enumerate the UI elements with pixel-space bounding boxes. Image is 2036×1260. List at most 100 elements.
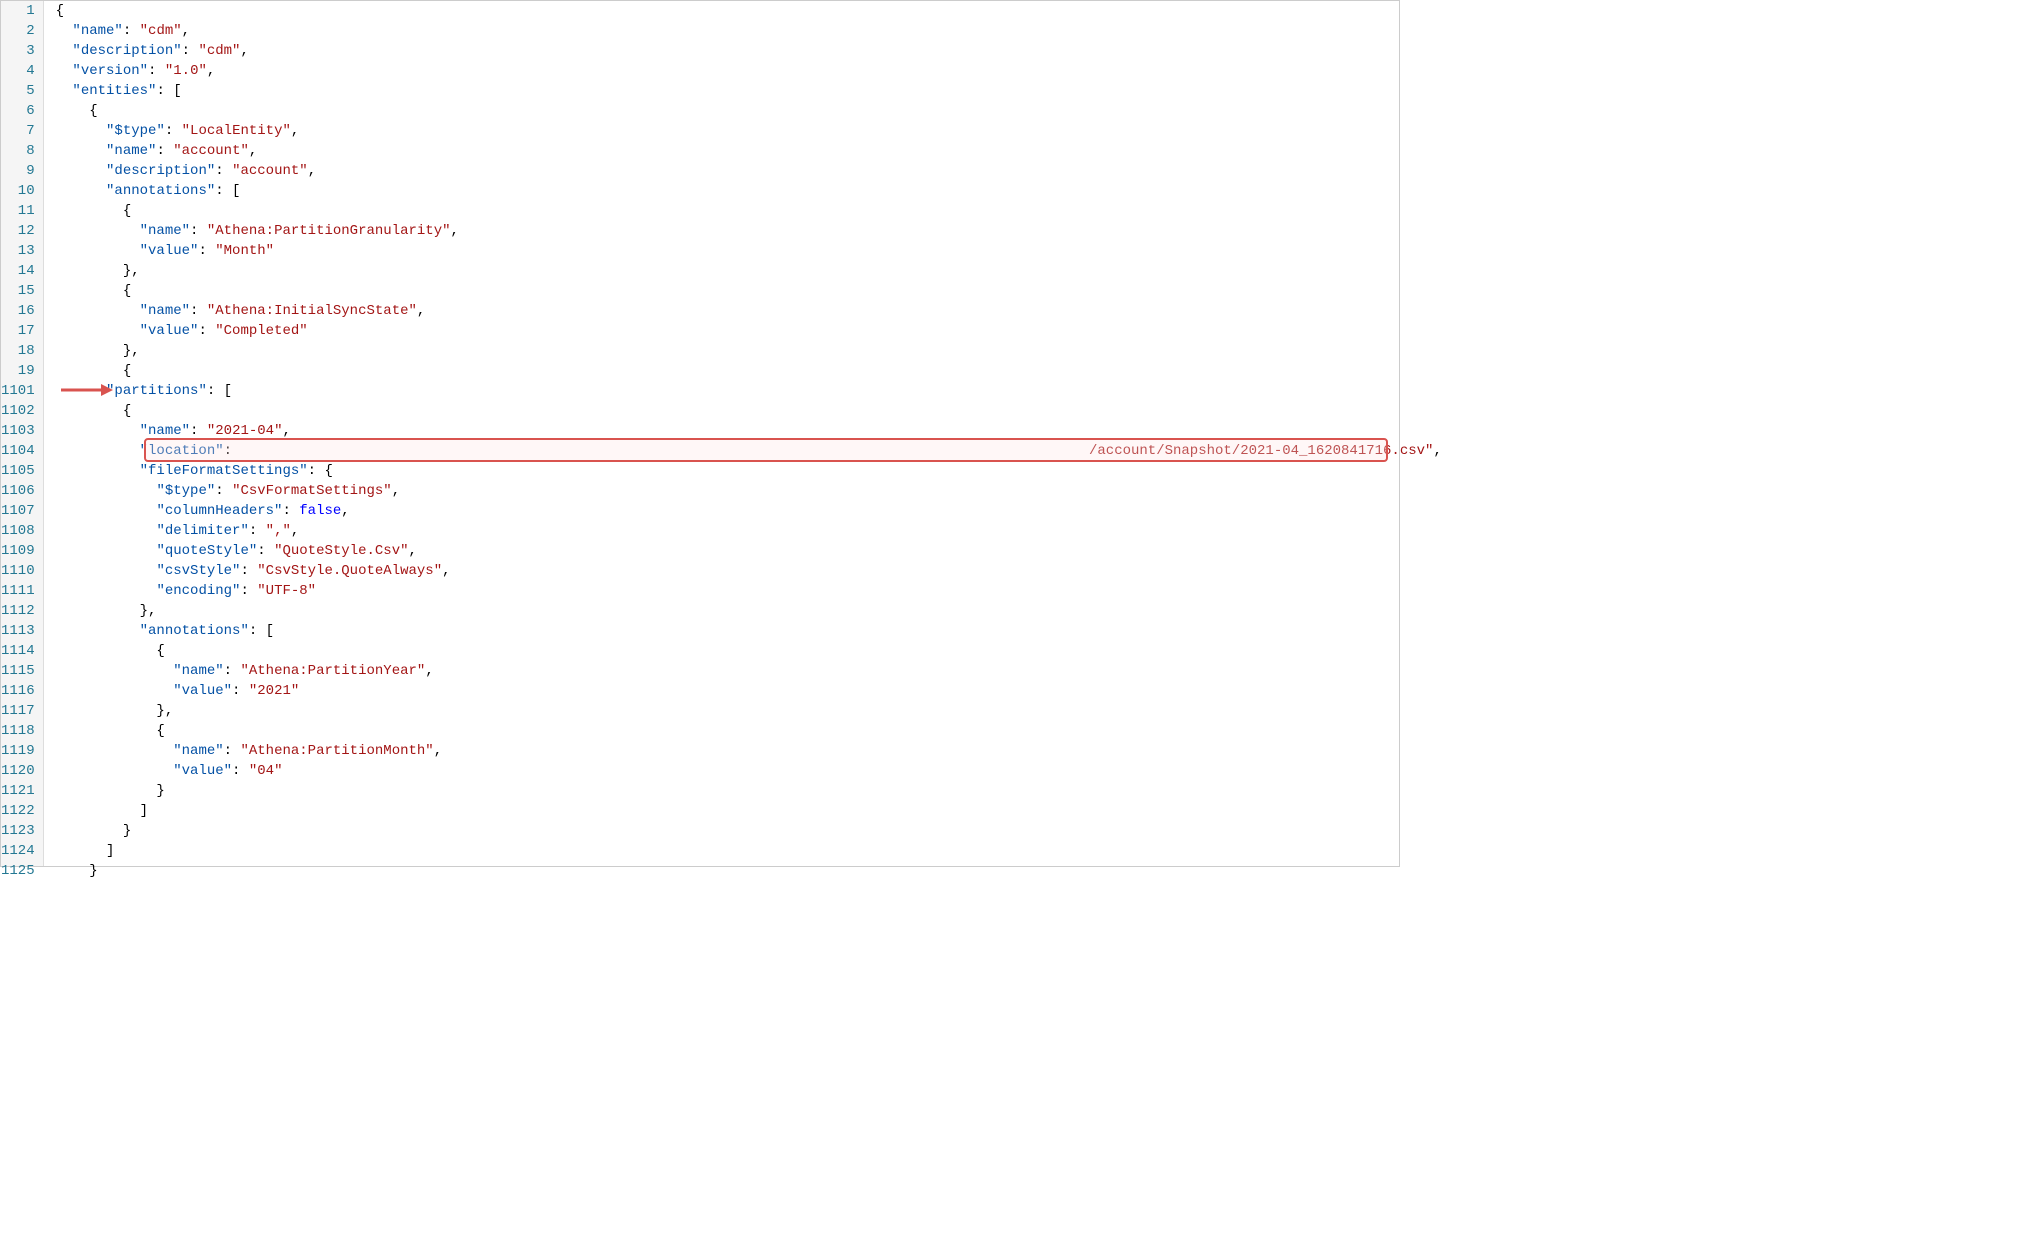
json-punct: : [123,23,140,39]
code-line[interactable]: "name": "Athena:PartitionYear", [56,661,1442,681]
json-punct [56,583,157,599]
json-key: "description" [72,43,181,59]
code-line[interactable]: { [56,1,1442,21]
json-string: /account/Snapshot/2021-04_1620841716.csv… [1089,443,1433,459]
json-punct: } [56,783,165,799]
code-line[interactable]: } [56,821,1442,841]
code-line[interactable]: "name": "Athena:PartitionGranularity", [56,221,1442,241]
code-line[interactable]: "annotations": [ [56,621,1442,641]
json-key: "name" [173,663,223,679]
code-line[interactable]: "csvStyle": "CsvStyle.QuoteAlways", [56,561,1442,581]
code-line[interactable]: "name": "2021-04", [56,421,1442,441]
code-line[interactable]: "name": "cdm", [56,21,1442,41]
code-line[interactable]: "value": "2021" [56,681,1442,701]
code-line[interactable]: "annotations": [ [56,181,1442,201]
json-punct: }, [56,263,140,279]
json-punct [56,623,140,639]
code-line[interactable]: "description": "cdm", [56,41,1442,61]
line-number: 1125 [1,861,35,881]
json-string: "account" [173,143,249,159]
line-number-gutter: 1234567891011121314151617181911011102110… [1,1,44,866]
json-punct: : [232,683,249,699]
line-number: 1115 [1,661,35,681]
code-line[interactable]: } [56,861,1442,881]
line-number: 8 [1,141,35,161]
line-number: 16 [1,301,35,321]
json-punct: { [56,283,132,299]
json-key: "annotations" [140,623,249,639]
code-line[interactable]: }, [56,701,1442,721]
json-punct: : [215,483,232,499]
json-string: "LocalEntity" [182,123,291,139]
code-line[interactable]: "$type": "CsvFormatSettings", [56,481,1442,501]
json-punct: }, [56,603,157,619]
line-number: 1106 [1,481,35,501]
code-line[interactable]: { [56,201,1442,221]
code-line[interactable]: "value": "Month" [56,241,1442,261]
json-string: "Athena:PartitionYear" [240,663,425,679]
code-line[interactable]: "value": "04" [56,761,1442,781]
json-key: "columnHeaders" [156,503,282,519]
json-key: "encoding" [156,583,240,599]
json-key: "name" [72,23,122,39]
code-line[interactable]: "description": "account", [56,161,1442,181]
code-line[interactable]: { [56,361,1442,381]
json-punct: : [190,423,207,439]
code-line[interactable]: "value": "Completed" [56,321,1442,341]
json-punct [56,463,140,479]
code-editor[interactable]: 1234567891011121314151617181911011102110… [1,1,1399,866]
json-punct [56,503,157,519]
json-string: "cdm" [140,23,182,39]
code-line[interactable]: }, [56,341,1442,361]
json-key: "name" [140,223,190,239]
json-punct: , [207,63,215,79]
line-number: 1122 [1,801,35,821]
line-number: 7 [1,121,35,141]
code-line[interactable]: "version": "1.0", [56,61,1442,81]
code-line[interactable]: "fileFormatSettings": { [56,461,1442,481]
json-key: "annotations" [106,183,215,199]
code-line[interactable]: "entities": [ [56,81,1442,101]
code-line[interactable]: { [56,721,1442,741]
code-line[interactable]: { [56,101,1442,121]
json-punct [56,383,106,399]
code-line[interactable]: { [56,281,1442,301]
json-punct [56,243,140,259]
code-line[interactable]: "encoding": "UTF-8" [56,581,1442,601]
code-line[interactable]: { [56,401,1442,421]
code-line[interactable]: { [56,641,1442,661]
line-number: 15 [1,281,35,301]
line-number: 1117 [1,701,35,721]
code-line[interactable]: "delimiter": ",", [56,521,1442,541]
code-line[interactable]: "partitions": [ [56,381,1442,401]
json-punct: : [ [249,623,274,639]
code-line[interactable]: "name": "Athena:InitialSyncState", [56,301,1442,321]
json-punct: : [165,123,182,139]
line-number: 4 [1,61,35,81]
json-string: "Month" [215,243,274,259]
json-punct: : [232,763,249,779]
json-punct: } [56,823,132,839]
code-line[interactable]: "name": "account", [56,141,1442,161]
code-line[interactable]: "columnHeaders": false, [56,501,1442,521]
line-number: 1124 [1,841,35,861]
code-line[interactable]: }, [56,261,1442,281]
code-line[interactable]: "location": /account/Snapshot/2021-04_16… [56,441,1442,461]
code-line[interactable]: }, [56,601,1442,621]
code-line[interactable]: "quoteStyle": "QuoteStyle.Csv", [56,541,1442,561]
json-punct: : [ [215,183,240,199]
code-area[interactable]: { "name": "cdm", "description": "cdm", "… [44,1,1442,866]
json-key: "name" [106,143,156,159]
code-line[interactable]: "$type": "LocalEntity", [56,121,1442,141]
json-key: "delimiter" [156,523,248,539]
json-punct: , [291,123,299,139]
code-line[interactable]: "name": "Athena:PartitionMonth", [56,741,1442,761]
json-key: "value" [140,323,199,339]
code-line[interactable]: } [56,781,1442,801]
code-line[interactable]: ] [56,841,1442,861]
json-string: "Athena:PartitionGranularity" [207,223,451,239]
json-punct [56,763,174,779]
line-number: 14 [1,261,35,281]
code-line[interactable]: ] [56,801,1442,821]
line-number: 1103 [1,421,35,441]
